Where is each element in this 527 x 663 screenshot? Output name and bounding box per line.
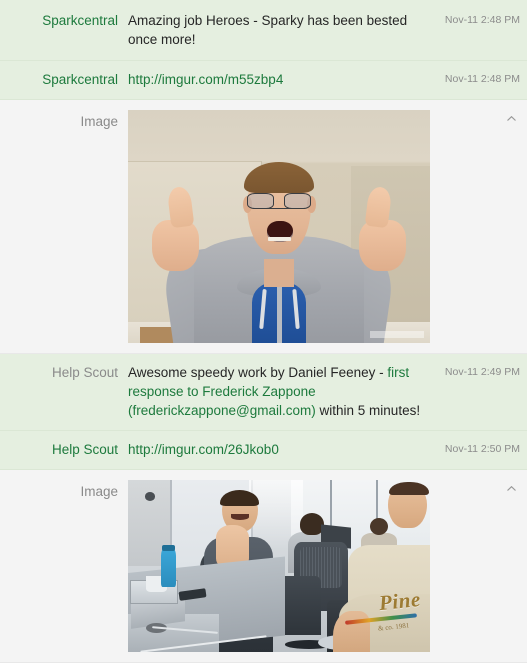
imgur-link[interactable]: http://imgur.com/m55zbp4 <box>128 72 283 87</box>
feed-row-link[interactable]: Sparkcentral http://imgur.com/m55zbp4 No… <box>0 61 527 100</box>
glasses-lens-left <box>247 192 274 209</box>
feed-row-image[interactable]: Image <box>0 100 527 354</box>
neck <box>263 259 295 288</box>
imgur-link[interactable]: http://imgur.com/26Jkob0 <box>128 442 279 457</box>
feed-row-image[interactable]: Image <box>0 470 527 663</box>
foreground-person-hair <box>389 481 429 496</box>
foreground-person-arm <box>333 610 370 652</box>
glasses-icon <box>246 192 312 209</box>
image-attachment[interactable] <box>128 110 430 343</box>
glasses-lens-right <box>284 192 311 209</box>
message-timestamp: Nov-11 2:49 PM <box>444 366 520 378</box>
photo-office-celebration[interactable]: Pine & co. 1981 <box>128 480 430 652</box>
source-label-sparkcentral: Sparkcentral <box>42 72 118 87</box>
feed-row-message[interactable]: Sparkcentral Amazing job Heroes - Sparky… <box>0 0 527 61</box>
message-timestamp: Nov-11 2:48 PM <box>444 73 520 85</box>
wall-camera <box>144 492 156 501</box>
photo-thumbs-up[interactable] <box>128 110 430 343</box>
source-label-help-scout: Help Scout <box>51 442 118 457</box>
message-timestamp: Nov-11 2:50 PM <box>444 443 520 455</box>
water-bottle <box>161 548 177 587</box>
message-text-tail: within 5 minutes! <box>315 403 421 418</box>
tshirt-graphic-text: Pine <box>378 587 423 616</box>
feed-row-message[interactable]: Help Scout Awesome speedy work by Daniel… <box>0 354 527 431</box>
image-watermark <box>369 331 424 339</box>
chevron-up-icon[interactable] <box>504 482 518 496</box>
image-attachment[interactable]: Pine & co. 1981 <box>128 480 430 652</box>
activity-feed: Sparkcentral Amazing job Heroes - Sparky… <box>0 0 527 663</box>
water-bottle-cap <box>162 544 176 552</box>
glasses-bridge <box>260 207 298 210</box>
message-link-container: http://imgur.com/m55zbp4 <box>128 70 435 89</box>
chevron-up-glyph <box>506 116 516 121</box>
far-person-head <box>369 517 388 536</box>
chevron-up-glyph <box>506 486 516 491</box>
message-link-container: http://imgur.com/26Jkob0 <box>128 440 435 459</box>
message-text-lead: Awesome speedy work by Daniel Feeney - <box>128 365 388 380</box>
image-label: Image <box>80 484 118 499</box>
message-timestamp: Nov-11 2:48 PM <box>444 14 520 26</box>
message-text: Amazing job Heroes - Sparky has been bes… <box>128 13 408 47</box>
source-label-help-scout: Help Scout <box>51 365 118 380</box>
message-text: Awesome speedy work by Daniel Feeney - f… <box>128 363 435 420</box>
feed-row-link[interactable]: Help Scout http://imgur.com/26Jkob0 Nov-… <box>0 431 527 470</box>
teeth <box>268 236 292 242</box>
source-label-sparkcentral: Sparkcentral <box>42 13 118 28</box>
image-label: Image <box>80 114 118 129</box>
chevron-up-icon[interactable] <box>504 112 518 126</box>
